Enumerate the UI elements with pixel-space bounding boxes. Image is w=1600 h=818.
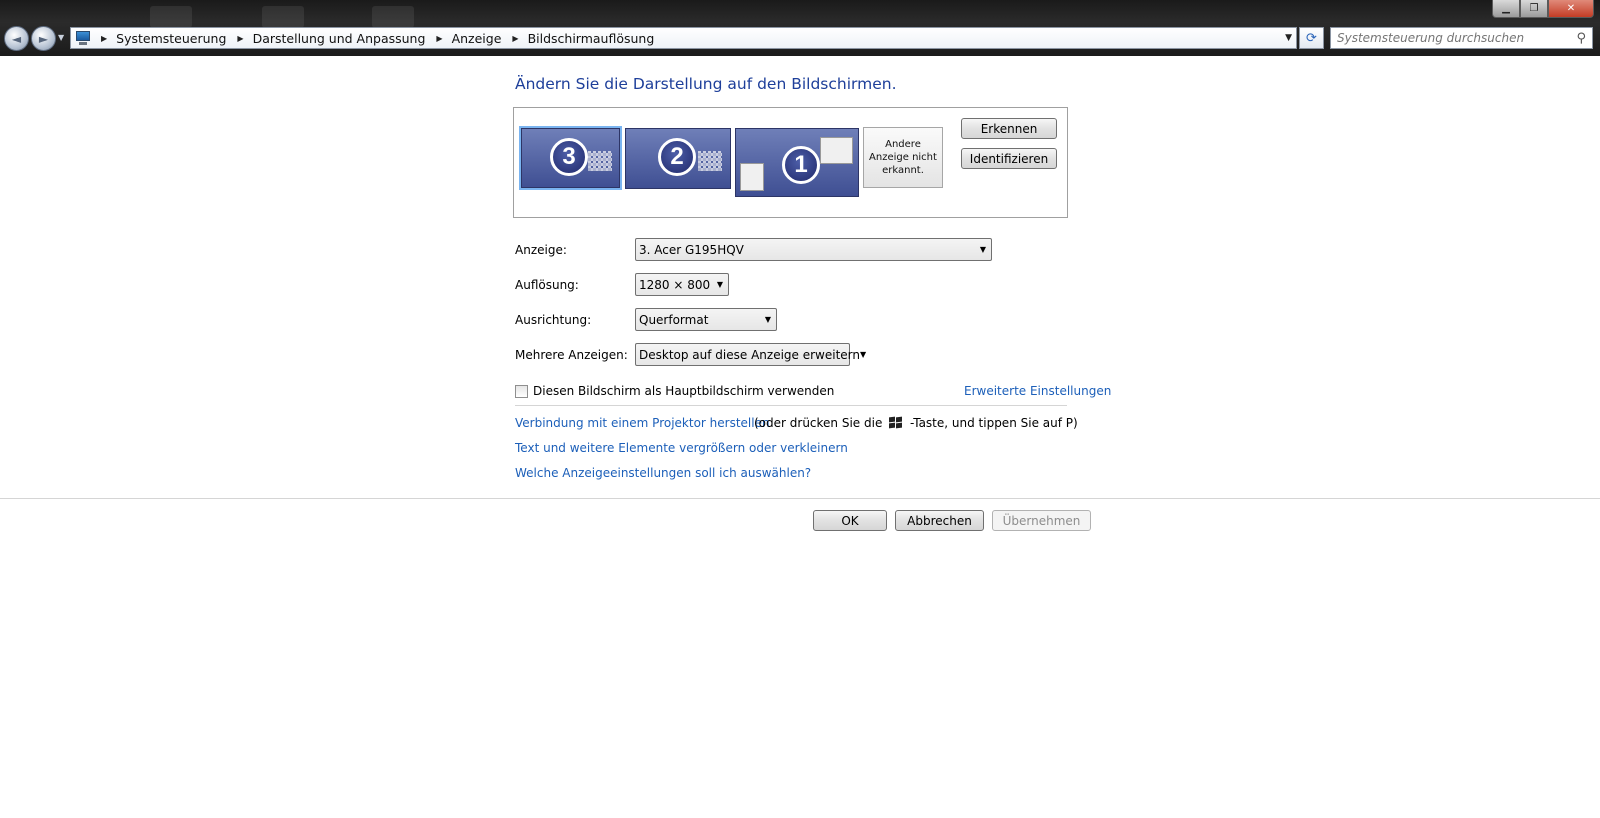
display-label: Anzeige: (515, 243, 567, 257)
forward-button[interactable]: ► (31, 26, 56, 51)
search-icon[interactable]: ⚲ (1576, 31, 1586, 46)
breadcrumb-separator-icon[interactable]: ▶ (237, 34, 243, 43)
unrecognized-display-label: Andere Anzeige nicht erkannt. (869, 139, 937, 176)
resolution-label: Auflösung: (515, 278, 579, 292)
chevron-down-icon: ▼ (58, 33, 65, 42)
apply-button[interactable]: Übernehmen (992, 510, 1091, 531)
primary-display-checkbox[interactable] (515, 384, 528, 398)
unrecognized-display[interactable]: Andere Anzeige nicht erkannt. (863, 127, 943, 188)
identify-button[interactable]: Identifizieren (961, 148, 1057, 169)
back-arrow-icon: ◄ (11, 31, 22, 46)
breadcrumb: ▶ Systemsteuerung ▶ Darstellung und Anpa… (99, 31, 654, 46)
ok-button[interactable]: OK (813, 510, 887, 531)
back-button[interactable]: ◄ (4, 26, 29, 51)
chevron-down-icon: ▼ (979, 245, 987, 254)
taskbar-ghost-icon (262, 6, 304, 28)
forward-arrow-icon: ► (38, 31, 49, 46)
multiple-displays-value: Desktop auf diese Anzeige erweitern (639, 347, 860, 362)
orientation-select[interactable]: Querformat ▼ (635, 308, 777, 331)
chevron-down-icon: ▼ (860, 350, 867, 359)
text-size-link[interactable]: Text und weitere Elemente vergrößern ode… (515, 441, 848, 455)
breadcrumb-separator-icon[interactable]: ▶ (101, 34, 107, 43)
advanced-settings-link[interactable]: Erweiterte Einstellungen (964, 384, 1111, 398)
window-controls: ▁ ❐ ✕ (1492, 0, 1594, 18)
projector-hint: (oder drücken Sie die -Taste, und tippen… (754, 416, 1078, 430)
multiple-displays-select[interactable]: Desktop auf diese Anzeige erweitern ▼ (635, 343, 866, 366)
windows-key-icon (889, 416, 903, 429)
cancel-button[interactable]: Abbrechen (895, 510, 984, 531)
window-chrome: ▁ ❐ ✕ ◄ ► ▼ ▶ Systemsteuerung ▶ Darstell… (0, 0, 1600, 56)
window-preview-icon (820, 137, 853, 164)
address-bar[interactable]: ▶ Systemsteuerung ▶ Darstellung und Anpa… (70, 27, 1297, 49)
desktop-grid-icon (588, 151, 612, 171)
breadcrumb-separator-icon[interactable]: ▶ (512, 34, 518, 43)
desktop-grid-icon (698, 151, 722, 171)
monitor-number-badge: 2 (658, 138, 696, 176)
monitor-3[interactable]: 3 (519, 126, 622, 190)
window-preview-icon (740, 163, 764, 191)
resolution-value: 1280 × 800 (639, 277, 711, 292)
taskbar-ghost-icon (150, 6, 192, 28)
refresh-button[interactable]: ⟳ (1299, 27, 1324, 49)
orientation-value: Querformat (639, 312, 709, 327)
search-box[interactable]: ⚲ (1330, 27, 1593, 49)
projector-link[interactable]: Verbindung mit einem Projektor herstelle… (515, 416, 770, 430)
chevron-down-icon: ▼ (716, 280, 724, 289)
resolution-select[interactable]: 1280 × 800 ▼ (635, 273, 729, 296)
breadcrumb-item-current[interactable]: Bildschirmauflösung (528, 31, 655, 46)
projector-hint-pre: (oder drücken Sie die (754, 416, 883, 430)
close-button[interactable]: ✕ (1548, 0, 1594, 18)
monitor-number-badge: 1 (782, 146, 820, 184)
orientation-label: Ausrichtung: (515, 313, 592, 327)
display-help-link[interactable]: Welche Anzeigeeinstellungen soll ich aus… (515, 466, 811, 480)
breadcrumb-item[interactable]: Anzeige (452, 31, 502, 46)
control-panel-icon (75, 31, 91, 45)
projector-hint-post: -Taste, und tippen Sie auf P) (910, 416, 1078, 430)
page-title: Ändern Sie die Darstellung auf den Bilds… (515, 75, 897, 93)
search-input[interactable] (1337, 31, 1577, 45)
monitor-1[interactable]: 1 (735, 128, 859, 197)
address-dropdown-icon[interactable]: ▼ (1285, 33, 1292, 43)
refresh-icon: ⟳ (1306, 30, 1317, 46)
taskbar-ghost-icon (372, 6, 414, 28)
history-dropdown-button[interactable]: ▼ (58, 33, 68, 43)
maximize-button[interactable]: ❐ (1520, 0, 1548, 18)
breadcrumb-item[interactable]: Systemsteuerung (116, 31, 226, 46)
monitor-arrangement: 3 2 1 Andere Anzeige nicht erkannt. Erke… (513, 107, 1068, 218)
monitor-2[interactable]: 2 (625, 128, 731, 189)
minimize-button[interactable]: ▁ (1492, 0, 1520, 18)
footer-divider (0, 498, 1600, 499)
primary-display-label[interactable]: Diesen Bildschirm als Hauptbildschirm ve… (533, 384, 834, 398)
primary-display-row: Diesen Bildschirm als Hauptbildschirm ve… (515, 384, 834, 398)
display-select[interactable]: 3. Acer G195HQV ▼ (635, 238, 992, 261)
breadcrumb-item[interactable]: Darstellung und Anpassung (253, 31, 426, 46)
breadcrumb-separator-icon[interactable]: ▶ (436, 34, 442, 43)
chevron-down-icon: ▼ (764, 315, 772, 324)
multiple-displays-label: Mehrere Anzeigen: (515, 348, 628, 362)
display-value: 3. Acer G195HQV (639, 242, 744, 257)
detect-button[interactable]: Erkennen (961, 118, 1057, 139)
monitor-number-badge: 3 (550, 138, 588, 176)
divider (515, 405, 1067, 406)
